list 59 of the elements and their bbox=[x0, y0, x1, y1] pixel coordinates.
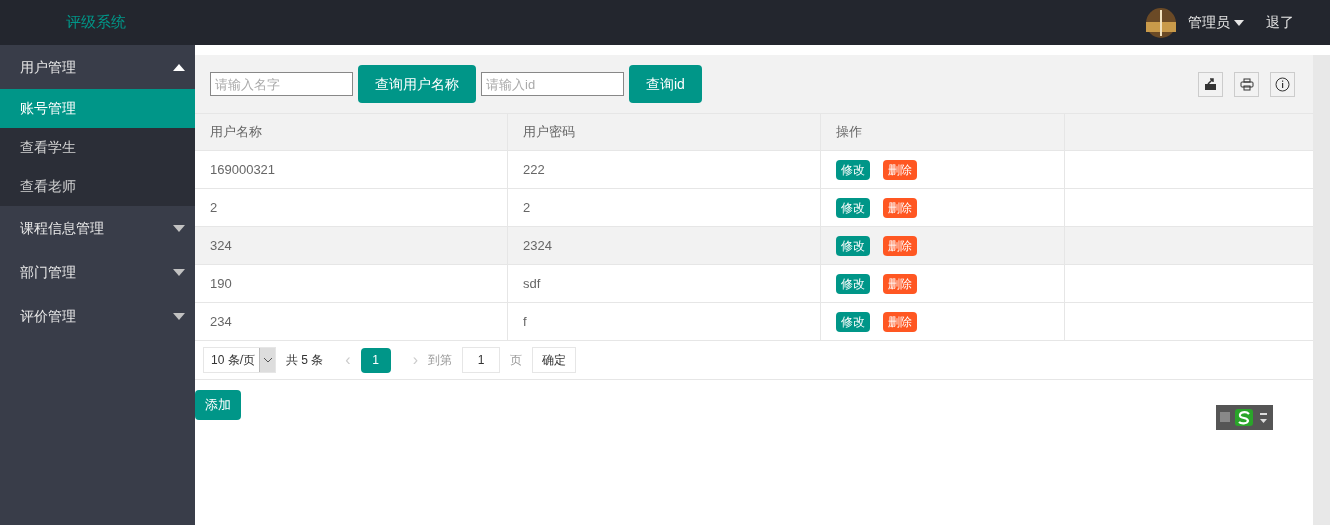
user-menu[interactable]: 管理员 bbox=[1188, 12, 1244, 33]
info-icon bbox=[1275, 76, 1290, 92]
table-cell: 2324 bbox=[508, 227, 821, 264]
logout-link[interactable]: 退了 bbox=[1266, 12, 1294, 33]
caret-down-icon bbox=[173, 268, 185, 276]
table-cell: 169000321 bbox=[195, 151, 508, 188]
delete-button[interactable]: 删除 bbox=[883, 311, 917, 332]
printer-icon bbox=[1239, 77, 1254, 91]
sidebar-item[interactable]: 课程信息管理 bbox=[0, 206, 195, 250]
caret-down-icon bbox=[173, 312, 185, 320]
print-button[interactable] bbox=[1234, 71, 1259, 97]
delete-button[interactable]: 删除 bbox=[883, 235, 917, 256]
sidebar-item[interactable]: 评价管理 bbox=[0, 294, 195, 338]
app-logo: 评级系统 bbox=[66, 12, 126, 33]
table-cell: 222 bbox=[508, 151, 821, 188]
ime-toolbar-drawing bbox=[1216, 405, 1273, 430]
edit-button[interactable]: 修改 bbox=[836, 311, 870, 332]
table-cell: 2 bbox=[508, 189, 821, 226]
table-cell: 2 bbox=[195, 189, 508, 226]
confirm-button[interactable]: 确定 bbox=[532, 347, 576, 373]
column-header: 用户名称 bbox=[195, 114, 508, 150]
export-button[interactable] bbox=[1198, 71, 1223, 97]
sidebar-item[interactable]: 部门管理 bbox=[0, 250, 195, 294]
column-header: 用户密码 bbox=[508, 114, 821, 150]
delete-button[interactable]: 删除 bbox=[883, 159, 917, 180]
avatar-icon bbox=[1146, 7, 1176, 38]
add-button[interactable]: 添加 bbox=[195, 390, 241, 420]
sidebar-subitem[interactable]: 账号管理 bbox=[0, 89, 195, 128]
edit-button[interactable]: 修改 bbox=[836, 235, 870, 256]
delete-button[interactable]: 删除 bbox=[883, 197, 917, 218]
info-button[interactable] bbox=[1270, 71, 1295, 97]
column-header: 操作 bbox=[821, 114, 1065, 150]
page-size-select[interactable]: 10 条/页 bbox=[203, 347, 276, 373]
id-search-field[interactable]: 请输入id bbox=[481, 72, 624, 96]
caret-down-icon bbox=[1234, 19, 1244, 26]
table-cell: f bbox=[508, 303, 821, 340]
chevron-down-icon bbox=[263, 357, 272, 363]
edit-button[interactable]: 修改 bbox=[836, 159, 870, 180]
page-unit-label: 页 bbox=[510, 352, 522, 369]
sidebar-subitem[interactable]: 查看学生 bbox=[0, 128, 195, 167]
delete-button[interactable]: 删除 bbox=[883, 273, 917, 294]
search-name-button[interactable]: 查询用户名称 bbox=[358, 65, 476, 103]
sidebar-subitem[interactable]: 查看老师 bbox=[0, 167, 195, 206]
page-number-field[interactable]: 1 bbox=[462, 347, 500, 373]
edit-button[interactable]: 修改 bbox=[836, 197, 870, 218]
page-link[interactable]: 1 bbox=[360, 347, 391, 373]
table-cell: 324 bbox=[195, 227, 508, 264]
table-cell: sdf bbox=[508, 265, 821, 302]
sidebar-item[interactable]: 用户管理 bbox=[0, 45, 195, 89]
search-id-button[interactable]: 查询id bbox=[629, 65, 702, 103]
edit-button[interactable]: 修改 bbox=[836, 273, 870, 294]
table-cell: 190 bbox=[195, 265, 508, 302]
caret-down-icon bbox=[173, 224, 185, 232]
goto-label: 到第 bbox=[428, 352, 452, 369]
export-icon bbox=[1204, 78, 1217, 90]
name-search-field[interactable]: 请输入名字 bbox=[210, 72, 353, 96]
caret-up-icon bbox=[173, 63, 185, 71]
table-cell: 234 bbox=[195, 303, 508, 340]
total-count: 共 5 条 bbox=[286, 352, 324, 369]
